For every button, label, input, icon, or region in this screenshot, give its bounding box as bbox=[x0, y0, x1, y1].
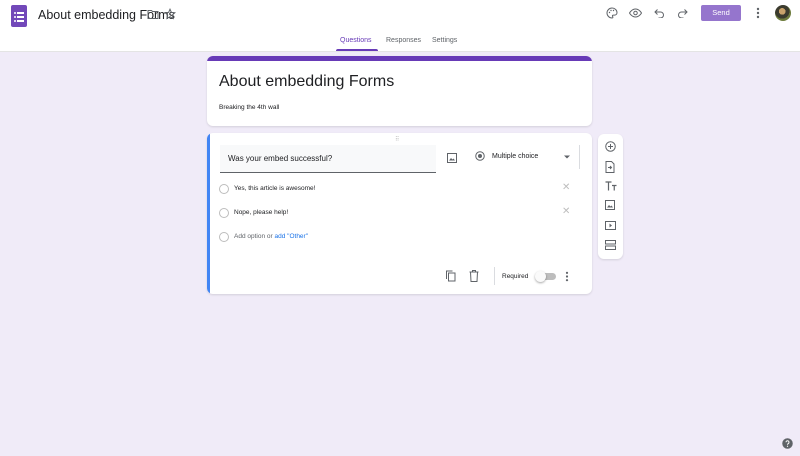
active-tab-indicator bbox=[336, 49, 378, 51]
undo-icon[interactable] bbox=[654, 8, 665, 18]
form-title-card[interactable]: About embedding Forms Breaking the 4th w… bbox=[207, 56, 592, 126]
more-vert-icon[interactable] bbox=[565, 271, 569, 282]
add-option-link[interactable]: Add option bbox=[234, 233, 265, 240]
import-questions-icon[interactable] bbox=[605, 161, 615, 173]
option-label[interactable]: Nope, please help! bbox=[234, 209, 288, 216]
radio-empty-icon bbox=[219, 232, 229, 242]
toggle-knob bbox=[535, 271, 546, 282]
chevron-down-icon bbox=[564, 155, 570, 159]
avatar[interactable] bbox=[775, 5, 791, 21]
duplicate-icon[interactable] bbox=[445, 270, 456, 282]
add-option-text: Add option or add "Other" bbox=[234, 233, 308, 240]
folder-icon[interactable] bbox=[147, 9, 159, 20]
more-vert-icon[interactable] bbox=[756, 7, 760, 19]
add-question-icon[interactable] bbox=[605, 141, 616, 152]
active-question-indicator bbox=[207, 133, 210, 294]
tab-responses[interactable]: Responses bbox=[386, 37, 421, 44]
form-title[interactable]: About embedding Forms bbox=[219, 73, 394, 91]
question-card[interactable]: ⠿ Was your embed successful? Multiple ch… bbox=[207, 133, 592, 294]
form-tabs: Questions Responses Settings bbox=[0, 30, 800, 52]
forms-logo-icon[interactable] bbox=[11, 5, 27, 27]
palette-icon[interactable] bbox=[606, 7, 618, 19]
help-icon[interactable] bbox=[782, 438, 793, 449]
add-other-link[interactable]: add "Other" bbox=[275, 233, 309, 240]
required-toggle[interactable] bbox=[535, 271, 556, 282]
remove-option-icon[interactable]: ✕ bbox=[562, 206, 570, 217]
option-label[interactable]: Yes, this article is awesome! bbox=[234, 185, 315, 192]
delete-icon[interactable] bbox=[469, 270, 479, 282]
required-label: Required bbox=[502, 273, 529, 280]
tab-questions[interactable]: Questions bbox=[340, 37, 372, 44]
form-description[interactable]: Breaking the 4th wall bbox=[219, 104, 279, 111]
side-toolbar bbox=[598, 134, 623, 259]
add-section-icon[interactable] bbox=[605, 240, 616, 250]
add-image-icon[interactable] bbox=[605, 200, 615, 210]
top-bar: About embedding Forms Send Questions Res… bbox=[0, 0, 800, 52]
radio-empty-icon bbox=[219, 184, 229, 194]
radio-checked-icon bbox=[475, 151, 485, 161]
add-option-row: Add option or add "Other" bbox=[219, 231, 579, 245]
footer-divider bbox=[494, 267, 495, 285]
star-icon[interactable] bbox=[164, 8, 176, 20]
question-title-text: Was your embed successful? bbox=[228, 154, 333, 163]
question-title-input[interactable]: Was your embed successful? bbox=[220, 145, 436, 173]
tab-settings[interactable]: Settings bbox=[432, 37, 457, 44]
add-image-icon[interactable] bbox=[447, 153, 457, 163]
radio-empty-icon bbox=[219, 208, 229, 218]
option-item[interactable]: Nope, please help! ✕ bbox=[219, 206, 579, 221]
question-type-dropdown[interactable]: Multiple choice bbox=[467, 145, 580, 169]
add-other-connector: or bbox=[266, 233, 273, 240]
question-type-label: Multiple choice bbox=[492, 153, 539, 160]
drag-handle-icon[interactable]: ⠿ bbox=[395, 136, 400, 143]
remove-option-icon[interactable]: ✕ bbox=[562, 182, 570, 193]
send-button[interactable]: Send bbox=[701, 5, 741, 21]
title-card-accent bbox=[207, 56, 592, 61]
add-video-icon[interactable] bbox=[605, 221, 616, 230]
option-item[interactable]: Yes, this article is awesome! ✕ bbox=[219, 182, 579, 197]
preview-eye-icon[interactable] bbox=[629, 8, 642, 18]
add-title-icon[interactable] bbox=[605, 181, 617, 191]
redo-icon[interactable] bbox=[677, 8, 688, 18]
